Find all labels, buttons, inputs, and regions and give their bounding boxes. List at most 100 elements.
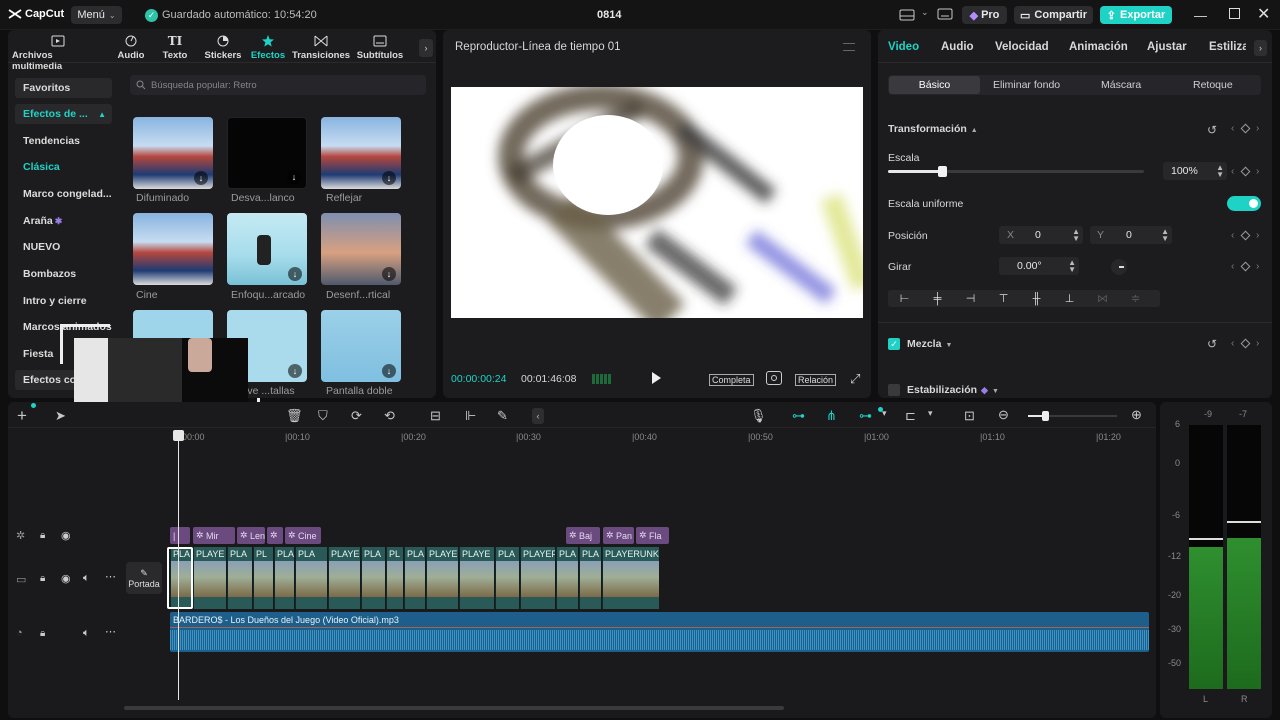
tab-effects[interactable]: Efectos [248,35,288,61]
align-top-icon[interactable]: ⊤ [987,292,1020,305]
tab-transitions[interactable]: Transiciones [292,35,350,61]
select-cursor-icon[interactable]: ➤ [55,408,66,424]
category-intro-cierre[interactable]: Intro y cierre [15,291,112,311]
preview-axis-icon[interactable]: ⊡ [964,408,975,424]
zoom-slider-knob[interactable] [1042,411,1049,421]
audio-clip[interactable]: BARDERO$ - Los Dueños del Juego (Video O… [170,612,1149,652]
rotate-dial[interactable] [1111,259,1127,275]
microphone-icon[interactable]: 🎙 [750,408,767,424]
category-tendencias[interactable]: Tendencias [15,131,112,151]
lock-icon[interactable]: 🔒︎ [40,573,45,584]
tab-audio[interactable]: Audio [114,35,148,61]
tab-speed[interactable]: Velocidad [995,41,1049,53]
maximize-icon[interactable] [1229,8,1240,19]
video-clip[interactable]: PL [253,547,273,609]
stepper-icon[interactable]: ▲ ▼ [1068,259,1076,274]
align-center-v-icon[interactable]: ╫ [1020,293,1053,305]
stepper-icon[interactable]: ▲ ▼ [1072,228,1080,243]
subtab-basic[interactable]: Básico [889,76,980,94]
video-clip[interactable]: PLA [579,547,601,609]
scale-field[interactable]: 100% ▲ ▼ [1163,162,1227,180]
transform-header[interactable]: Transformación ▲ [888,123,978,135]
tab-stylize[interactable]: Estiliza [1209,41,1246,53]
effect-thumb-difuminado[interactable]: ↓ [133,117,213,189]
reset-icon[interactable]: ↺ [1207,337,1217,351]
next-keyframe-icon[interactable]: › [1256,338,1259,349]
tab-text[interactable]: TI Texto [158,35,192,61]
speaker-icon[interactable]: 🔈︎ [83,627,90,640]
playhead[interactable] [178,436,179,700]
video-clip[interactable]: PLA [495,547,519,609]
effect-thumb-desvanecer[interactable]: ↓ [227,117,307,189]
position-y-field[interactable]: Y 0 ▲ ▼ [1090,226,1172,244]
effect-thumb-cine[interactable] [133,213,213,285]
freeze-icon[interactable]: ⊩ [465,408,476,424]
rotate-field[interactable]: 0.00° ▲ ▼ [999,257,1079,275]
play-button[interactable] [652,372,661,384]
category-arana[interactable]: Araña ✱ [15,211,112,231]
align-bottom-icon[interactable]: ⊥ [1053,292,1086,305]
props-tabs-scroll-icon[interactable]: › [1254,40,1267,56]
tab-animation[interactable]: Animación [1069,41,1128,53]
chevron-down-icon[interactable]: ⌄ [921,7,929,18]
next-keyframe-icon[interactable]: › [1256,230,1259,241]
prev-keyframe-icon[interactable]: ‹ [1231,230,1234,241]
video-clip[interactable]: PLA [295,547,327,609]
toolbar-collapse-icon[interactable]: ‹ [532,408,544,424]
zoom-out-icon[interactable]: ⊖ [998,407,1009,423]
effect-thumb-desenfoque[interactable]: ↓ [321,213,401,285]
effect-clip[interactable]: ✲ [267,527,283,544]
tab-adjust[interactable]: Ajustar [1147,41,1187,53]
reset-icon[interactable]: ↺ [1207,123,1217,137]
caption-icon[interactable]: ⊟ [430,408,441,424]
category-favoritos[interactable]: Favoritos [15,78,112,98]
prev-keyframe-icon[interactable]: ‹ [1231,166,1234,177]
link-main-track-icon[interactable]: ⊶ [792,408,805,424]
eye-icon[interactable]: ◉ [61,529,71,542]
tab-media[interactable]: Archivos multimedia [12,35,104,72]
video-clip[interactable]: PLAYERUNK [602,547,659,609]
prev-keyframe-icon[interactable]: ‹ [1231,123,1234,134]
search-input[interactable]: Búsqueda popular: Retro [130,75,426,95]
menu-button[interactable]: Menú ⌄ [71,6,122,24]
video-clip[interactable]: PL [386,547,403,609]
video-clip[interactable]: PLA [227,547,252,609]
effect-clip[interactable]: ✲ Len [237,527,265,544]
uniform-scale-toggle[interactable] [1227,196,1261,211]
effect-thumb-enfoque[interactable]: ↓ [227,213,307,285]
fullscreen-icon[interactable]: ⤢ [850,371,860,387]
magnet-icon[interactable]: ⋔ [826,408,837,424]
shortcuts-icon[interactable] [937,8,953,20]
effect-clip[interactable]: ✲ Cine [285,527,321,544]
add-icon[interactable]: + [17,406,27,426]
video-clip[interactable]: PLA [556,547,578,609]
subtab-remove-bg[interactable]: Eliminar fondo [993,79,1060,91]
more-icon[interactable]: ⋯ [105,570,116,583]
video-clip[interactable]: PLAYE [193,547,226,609]
chevron-down-icon[interactable]: ▾ [928,408,933,419]
edit-icon[interactable]: ✎ [497,408,508,424]
tab-subtitles[interactable]: Subtítulos [354,35,406,61]
prev-keyframe-icon[interactable]: ‹ [1231,338,1234,349]
position-x-field[interactable]: X 0 ▲ ▼ [999,226,1083,244]
effect-thumb-pantalla-doble[interactable]: ↓ [321,310,401,382]
align-right-icon[interactable]: ⊣ [954,292,987,305]
video-clip[interactable]: PLAYEF [520,547,555,609]
player-menu-icon[interactable] [843,43,855,51]
tabs-scroll-right-icon[interactable]: › [419,39,433,57]
speaker-icon[interactable]: 🔈︎ [83,572,90,585]
effect-thumb-reflejar[interactable]: ↓ [321,117,401,189]
scale-slider[interactable] [888,166,1144,177]
video-clip[interactable]: PLAYE [459,547,494,609]
stepper-icon[interactable]: ▲ ▼ [1216,164,1224,179]
more-icon[interactable]: ⋯ [105,625,116,638]
video-clip[interactable]: PLA [274,547,294,609]
close-icon[interactable]: ✕ [1257,4,1270,24]
prev-keyframe-icon[interactable]: ‹ [1231,261,1234,272]
next-keyframe-icon[interactable]: › [1256,166,1259,177]
timeline-scrollbar[interactable] [124,706,784,710]
stabilize-header[interactable]: Estabilización ◆ ▼ [907,384,999,396]
category-clasica[interactable]: Clásica [15,157,112,177]
ratio-button[interactable]: Relación [795,374,837,386]
category-marcos[interactable]: Marcos animados [15,317,112,337]
